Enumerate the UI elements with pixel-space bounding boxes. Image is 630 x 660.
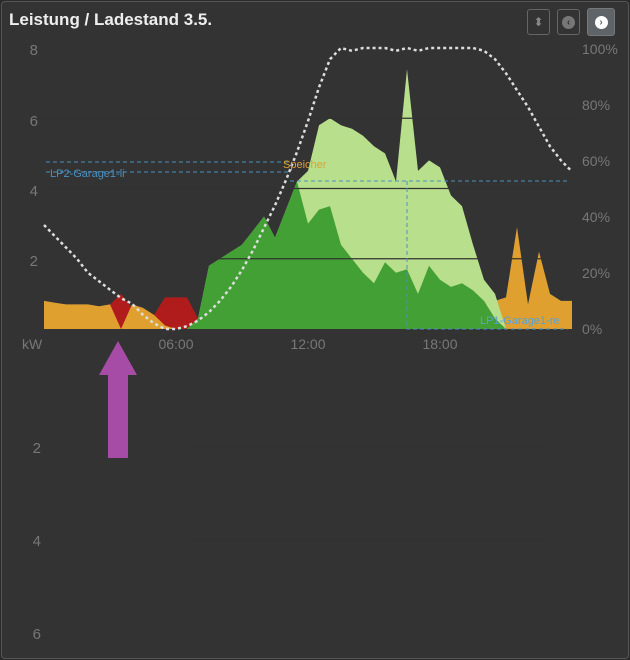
x-axis: kW 06:00 12:00 18:00 (22, 336, 458, 352)
chevron-right-icon: › (594, 15, 608, 29)
lp2-label: LP2-Garage1-li (50, 168, 125, 180)
right-y-axis: 0% 20% 40% 60% 80% 100% (582, 41, 618, 337)
x-tick: 18:00 (422, 336, 457, 352)
x-tick: 12:00 (290, 336, 325, 352)
y2-tick: 80% (582, 97, 610, 113)
speicher-label: Speicher (283, 159, 327, 171)
y-tick: 2 (33, 440, 41, 457)
previous-day-button[interactable]: ‹ (557, 9, 580, 35)
bottom-chart (194, 446, 542, 541)
x-tick: 06:00 (158, 336, 193, 352)
chevron-left-icon: ‹ (562, 15, 575, 29)
y2-tick: 100% (582, 41, 618, 57)
power-chart: 2 4 6 8 0% 20% 40% 60% 80% 100% kW 06:00… (22, 41, 618, 643)
next-day-button[interactable]: › (587, 8, 615, 36)
sort-icon: ⬍ (533, 15, 544, 29)
bottom-y-axis: 2 4 6 (33, 440, 41, 643)
y-tick: 8 (30, 42, 38, 59)
y-tick: 4 (33, 533, 41, 550)
y-axis-unit: kW (22, 336, 43, 352)
y-tick: 2 (30, 253, 38, 270)
y-tick: 6 (33, 626, 41, 643)
chart-title: Leistung / Ladestand 3.5. (9, 10, 213, 29)
top-chart (43, 46, 573, 331)
arrow-annotation (99, 341, 137, 458)
lp1-label: LP1-Garage1-re (480, 315, 560, 327)
y2-tick: 60% (582, 153, 610, 169)
y-tick: 6 (30, 113, 38, 130)
y2-tick: 0% (582, 321, 602, 337)
sort-button[interactable]: ⬍ (527, 9, 550, 35)
y2-tick: 40% (582, 209, 610, 225)
top-y-axis: 2 4 6 8 (30, 42, 38, 270)
y2-tick: 20% (582, 265, 610, 281)
y-tick: 4 (30, 183, 38, 200)
arrow-up-icon (99, 341, 137, 458)
